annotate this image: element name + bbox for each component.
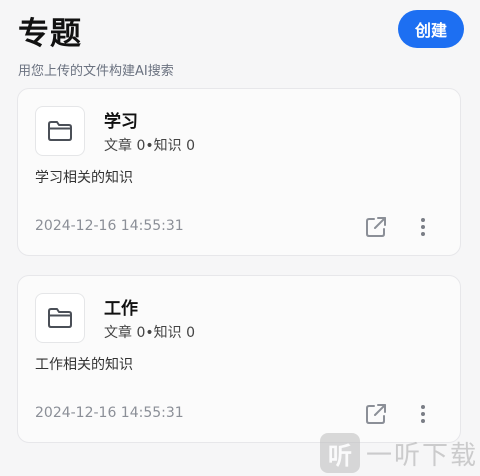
topic-name: 学习	[104, 112, 138, 132]
topic-card[interactable]: 工作 文章 0•知识 0 工作相关的知识 2024-12-16 14:55:31	[17, 275, 461, 443]
topic-stats: 文章 0•知识 0	[104, 325, 195, 341]
topic-stats: 文章 0•知识 0	[104, 138, 195, 154]
watermark-text: 一听下载	[366, 440, 479, 471]
topic-date: 2024-12-16 14:55:31	[35, 218, 184, 234]
topic-date: 2024-12-16 14:55:31	[35, 405, 184, 421]
share-icon[interactable]	[362, 400, 390, 428]
create-button[interactable]: 创建	[398, 10, 464, 48]
topic-name: 工作	[104, 299, 138, 319]
page-subtitle: 用您上传的文件构建AI搜索	[18, 64, 174, 79]
share-icon[interactable]	[362, 213, 390, 241]
topic-description: 工作相关的知识	[35, 357, 133, 373]
topic-description: 学习相关的知识	[35, 170, 133, 186]
page-header: 专题 用您上传的文件构建AI搜索 创建	[18, 8, 464, 79]
folder-icon	[35, 293, 85, 343]
more-icon[interactable]	[412, 213, 434, 241]
topic-card[interactable]: 学习 文章 0•知识 0 学习相关的知识 2024-12-16 14:55:31	[17, 88, 461, 256]
folder-icon	[35, 106, 85, 156]
more-icon[interactable]	[412, 400, 434, 428]
watermark-logo: 听	[320, 433, 360, 473]
page-title: 专题	[18, 16, 82, 52]
watermark: 听 一听下载	[320, 430, 480, 476]
